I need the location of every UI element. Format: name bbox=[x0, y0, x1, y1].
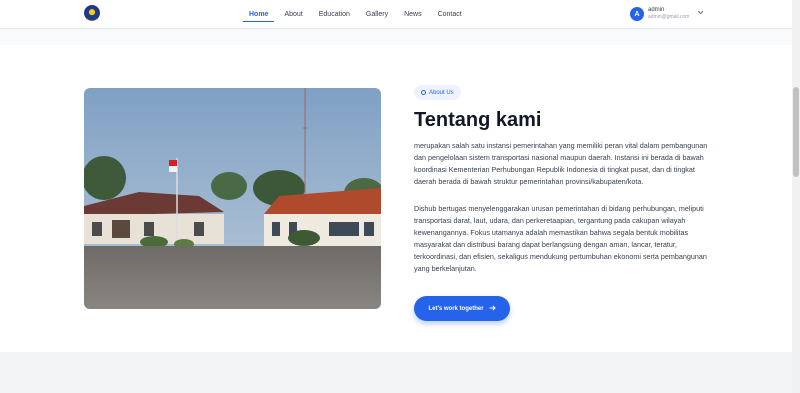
nav-gallery[interactable]: Gallery bbox=[358, 0, 396, 29]
nav-home[interactable]: Home bbox=[241, 0, 276, 29]
office-building-photo bbox=[84, 88, 381, 309]
badge-label: About Us bbox=[429, 89, 454, 96]
info-icon bbox=[421, 90, 426, 95]
arrow-right-icon bbox=[489, 304, 496, 313]
avatar[interactable]: A bbox=[630, 7, 644, 21]
main-nav: Home About Education Gallery News Contac… bbox=[241, 0, 470, 29]
navbar: Home About Education Gallery News Contac… bbox=[0, 0, 792, 29]
nav-about[interactable]: About bbox=[276, 0, 310, 29]
next-section bbox=[0, 352, 792, 393]
user-email: admin@gmail.com bbox=[648, 14, 690, 20]
nav-education[interactable]: Education bbox=[311, 0, 358, 29]
cta-label: Let's work together bbox=[428, 305, 484, 312]
about-us-badge: About Us bbox=[414, 85, 461, 100]
chevron-down-icon[interactable] bbox=[697, 10, 704, 17]
nav-news[interactable]: News bbox=[396, 0, 430, 29]
user-menu[interactable]: A admin admin@gmail.com bbox=[630, 7, 689, 21]
about-paragraph-2: Dishub bertugas menyelenggarakan urusan … bbox=[414, 204, 707, 273]
scrollbar-thumb[interactable] bbox=[793, 87, 799, 177]
user-name: admin bbox=[648, 7, 665, 13]
section-title: Tentang kami bbox=[414, 109, 542, 131]
logo-icon[interactable] bbox=[84, 5, 100, 21]
about-paragraph-1: merupakan salah satu instansi pemerintah… bbox=[414, 141, 708, 186]
nav-contact[interactable]: Contact bbox=[430, 0, 470, 29]
section-divider bbox=[0, 29, 792, 45]
user-info: admin admin@gmail.com bbox=[648, 7, 689, 21]
lets-work-together-button[interactable]: Let's work together bbox=[414, 296, 510, 321]
page-scrollbar[interactable] bbox=[792, 0, 800, 393]
